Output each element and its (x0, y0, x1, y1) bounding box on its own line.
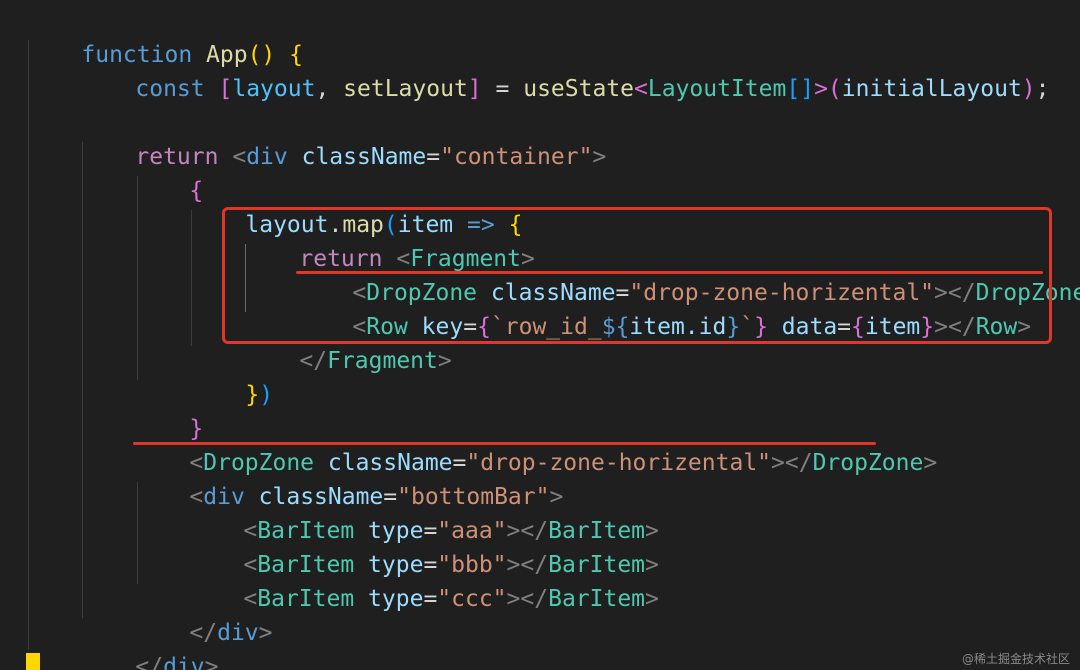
indent-guide (28, 40, 29, 650)
operator-token: = (423, 586, 438, 612)
code-line[interactable]: return <div className="container"> (80, 106, 606, 170)
tag-bracket-token: ></ (506, 586, 549, 612)
code-line[interactable]: layout.map(item => { (190, 174, 522, 238)
cursor-block (26, 653, 40, 670)
variable-token: initialLayout (841, 76, 1022, 102)
tag-bracket-token: </ (299, 348, 328, 374)
comma-token: , (315, 76, 330, 102)
type-token: LayoutItem (647, 76, 787, 102)
indent-guide (82, 142, 83, 618)
tag-name-token: div (163, 654, 205, 670)
tag-bracket-token: </ (135, 654, 164, 670)
tag-bracket-token: > (923, 450, 938, 476)
code-line[interactable]: <BarItem type="ccc"></BarItem> (188, 548, 659, 612)
keyword-token: const (135, 76, 205, 102)
code-line[interactable]: </div> (80, 616, 218, 670)
tag-bracket-token: > (645, 586, 659, 612)
tag-bracket-token: ></ (771, 450, 813, 476)
code-line[interactable]: const [layout, setLayout] = useState<Lay… (80, 38, 1049, 102)
tag-name-token: DropZone (812, 450, 924, 476)
tag-name-token: div (246, 144, 288, 170)
code-line[interactable]: { (134, 140, 203, 204)
operator-token: = (426, 144, 441, 170)
string-token: "container" (440, 144, 593, 170)
tag-bracket-token: < (232, 144, 247, 170)
paren-token: ) (1021, 76, 1036, 102)
bracket-token: [ (218, 76, 233, 102)
paren-token: ) (259, 382, 274, 408)
code-line[interactable]: <div className="bottomBar"> (134, 446, 563, 510)
tag-name-token: div (217, 620, 259, 646)
tag-name-token: BarItem (548, 586, 646, 612)
function-name-token: useState (523, 76, 635, 102)
bracket-token: ] (467, 76, 482, 102)
highlight-underline (133, 442, 876, 445)
code-line[interactable]: <DropZone className="drop-zone-horizenta… (134, 412, 937, 476)
attribute-token: type (368, 586, 424, 612)
code-line[interactable]: } (134, 378, 203, 442)
code-line[interactable]: </div> (134, 582, 272, 646)
attribute-token: className (301, 144, 427, 170)
angle-bracket-token: < (634, 76, 648, 102)
paren-token: ( (827, 76, 842, 102)
bracket-token: [] (786, 76, 815, 102)
variable-token: layout (232, 76, 316, 102)
code-editor[interactable]: function App() { const [layout, setLayou… (0, 0, 1080, 670)
code-line[interactable]: }) (190, 344, 273, 408)
variable-token: setLayout (343, 76, 468, 102)
operator-token: = (495, 76, 510, 102)
string-token: "ccc" (437, 586, 507, 612)
tag-bracket-token: > (592, 144, 607, 170)
brace-token: } (245, 382, 260, 408)
highlight-box (222, 207, 1052, 344)
angle-bracket-token: > (814, 76, 828, 102)
highlight-underline (296, 271, 1043, 274)
code-line[interactable]: <BarItem type="aaa"></BarItem> (188, 480, 659, 544)
tag-bracket-token: > (204, 654, 219, 670)
semicolon-token: ; (1035, 76, 1050, 102)
code-line[interactable]: function App() { (26, 4, 303, 68)
tag-name-token: Fragment (327, 348, 438, 374)
tag-bracket-token: > (258, 620, 273, 646)
tag-bracket-token: > (437, 348, 452, 374)
code-line[interactable]: <BarItem type="bbb"></BarItem> (188, 514, 659, 578)
watermark: @稀土掘金技术社区 (961, 652, 1070, 666)
